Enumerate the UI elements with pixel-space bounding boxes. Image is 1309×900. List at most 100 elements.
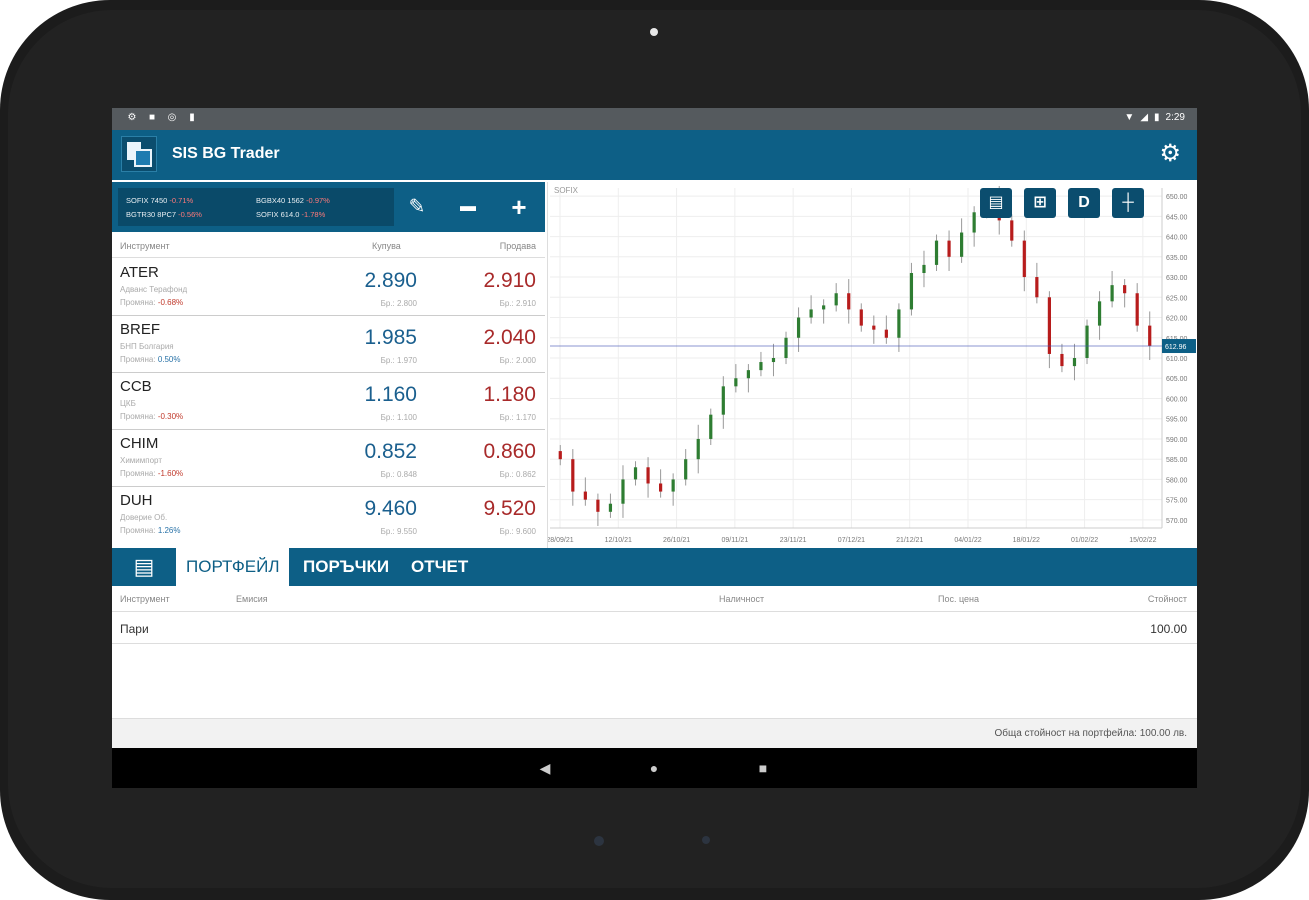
add-icon[interactable]: +	[501, 190, 537, 224]
candle-body	[671, 479, 675, 492]
candle-body	[859, 309, 863, 326]
tab-orders[interactable]: ПОРЪЧКИ	[303, 548, 389, 586]
header-value: Стойност	[1147, 594, 1187, 604]
recents-icon[interactable]: ■	[753, 758, 773, 778]
sell-price[interactable]: 1.180	[483, 383, 536, 407]
header-instrument: Инструмент	[120, 241, 170, 251]
instrument-name: ЦКБ	[120, 399, 136, 408]
candle-body	[960, 232, 964, 257]
y-tick-label: 580.00	[1166, 477, 1188, 484]
candle-body	[934, 240, 939, 265]
header-sell: Продава	[499, 241, 536, 251]
screen: ⚙ ■ ◎ ▮ ▼ ◢ ▮ 2:29 SIS BG Trader ⚙ SOFIX…	[112, 108, 1197, 788]
instrument-symbol: ATER	[120, 264, 159, 281]
indicators-icon[interactable]: ▤	[980, 188, 1012, 218]
back-icon[interactable]: ◀	[535, 758, 555, 778]
bottom-tab-bar: ▤ ПОРТФЕЙЛ ПОРЪЧКИ ОТЧЕТ	[112, 548, 1197, 586]
sell-volume: Бр.: 2.000	[499, 356, 536, 365]
candle-body	[633, 467, 638, 480]
y-tick-label: 600.00	[1166, 396, 1188, 403]
candle-body	[759, 362, 763, 371]
timeframe-button[interactable]: D	[1068, 188, 1100, 218]
buy-price[interactable]: 1.985	[364, 326, 417, 350]
watchlist-row[interactable]: ATER Адванс Терафонд Промяна: -0.68% 2.8…	[112, 259, 545, 316]
sell-price[interactable]: 9.520	[483, 497, 536, 521]
watchlist-row[interactable]: CHIM Химимпорт Промяна: -1.60% 0.852 0.8…	[112, 430, 545, 487]
price-chart[interactable]: 650.00 645.00 640.00 635.00 630.00 625.00 620.…	[547, 182, 1197, 548]
app-logo	[121, 136, 157, 172]
watchlist-row[interactable]: CCB ЦКБ Промяна: -0.30% 1.160 1.180 Бр.:…	[112, 373, 545, 430]
candle-body	[746, 370, 750, 379]
candle-body	[709, 414, 713, 439]
y-tick-label: 575.00	[1166, 498, 1188, 505]
candle-body	[884, 329, 888, 338]
candle-body	[571, 459, 575, 492]
buy-price[interactable]: 1.160	[364, 383, 417, 407]
candlestick-type-icon[interactable]: ⊞	[1024, 188, 1056, 218]
candle-body	[1148, 325, 1152, 346]
instrument-change: Промяна: 0.50%	[120, 355, 181, 364]
candle-body	[972, 212, 976, 233]
new-document-icon[interactable]: ▤	[122, 550, 166, 584]
y-tick-label: 630.00	[1166, 275, 1188, 282]
candle-body	[1035, 277, 1039, 298]
tab-portfolio[interactable]: ПОРТФЕЙЛ	[176, 548, 290, 586]
buy-price[interactable]: 2.890	[364, 269, 417, 293]
instrument-name: БНП Болгария	[120, 342, 174, 351]
y-tick-label: 570.00	[1166, 518, 1188, 525]
portfolio-total: Обща стойност на портфейла: 100.00 лв.	[112, 718, 1197, 748]
briefcase-icon[interactable]: ▬	[450, 190, 486, 224]
candle-body	[646, 467, 650, 484]
crosshair-icon[interactable]: ┼	[1112, 188, 1144, 218]
tab-report[interactable]: ОТЧЕТ	[411, 548, 468, 586]
y-tick-label: 585.00	[1166, 457, 1188, 464]
buy-price[interactable]: 0.852	[364, 440, 417, 464]
ticker-item: SOFIX 614.0 -1.78%	[256, 210, 326, 219]
wifi-icon: ▼	[1124, 112, 1135, 123]
watchlist-row[interactable]: BREF БНП Болгария Промяна: 0.50% 1.985 2…	[112, 316, 545, 373]
buy-price[interactable]: 9.460	[364, 497, 417, 521]
portfolio-row[interactable]: Пари 100.00	[112, 614, 1197, 644]
candle-body	[922, 264, 926, 273]
sell-price[interactable]: 0.860	[483, 440, 536, 464]
watchlist-row[interactable]: DUH Доверие Об. Промяна: 1.26% 9.460 9.5…	[112, 487, 545, 544]
sell-price[interactable]: 2.040	[483, 326, 536, 350]
candle-body	[608, 503, 613, 512]
buy-volume: Бр.: 2.800	[380, 299, 417, 308]
sell-price[interactable]: 2.910	[483, 269, 536, 293]
candle-body	[1010, 220, 1014, 241]
candlestick-chart[interactable]: 650.00 645.00 640.00 635.00 630.00 625.00 620.…	[548, 182, 1197, 548]
edit-icon[interactable]: ✎	[399, 190, 435, 224]
header-price: Пос. цена	[938, 594, 980, 604]
gear-icon[interactable]: ⚙	[1159, 142, 1181, 166]
instrument-change: Промяна: -0.68%	[120, 298, 184, 307]
app-title: SIS BG Trader	[172, 145, 280, 162]
y-tick-label: 650.00	[1166, 194, 1188, 201]
buy-volume: Бр.: 1.100	[380, 413, 417, 422]
candle-body	[1085, 325, 1089, 358]
candle-body	[947, 240, 951, 257]
candle-body	[596, 499, 600, 512]
x-tick-label: 04/01/22	[954, 537, 981, 544]
ticker-item: BGBX40 1562 -0.97%	[256, 196, 330, 205]
sell-volume: Бр.: 1.170	[499, 413, 536, 422]
y-tick-label: 635.00	[1166, 255, 1188, 262]
candle-body	[847, 293, 851, 310]
front-camera	[650, 28, 658, 36]
clock: 2:29	[1165, 112, 1185, 123]
x-tick-label: 01/02/22	[1071, 537, 1098, 544]
signal-icon: ◢	[1140, 112, 1149, 123]
home-icon[interactable]: ●	[644, 758, 664, 778]
candle-body	[822, 305, 826, 310]
candle-body	[834, 293, 838, 306]
candle-body	[1135, 293, 1139, 326]
candle-body	[897, 309, 901, 338]
ticker-box[interactable]: SOFIX 7450 -0.71% BGBX40 1562 -0.97% BGT…	[118, 188, 394, 226]
instrument-name: Химимпорт	[120, 456, 162, 465]
sync-icon: ◎	[167, 112, 177, 123]
y-tick-label: 640.00	[1166, 235, 1188, 242]
portfolio-instrument: Пари	[120, 622, 149, 636]
portfolio-header: Инструмент Емисия Наличност Пос. цена Ст…	[112, 588, 1197, 612]
y-tick-label: 610.00	[1166, 356, 1188, 363]
header-instrument: Инструмент	[120, 594, 170, 604]
